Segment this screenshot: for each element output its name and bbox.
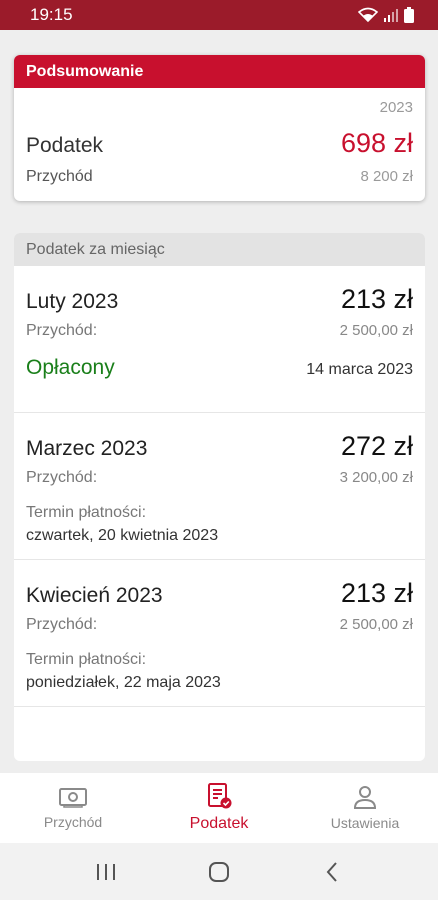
recent-apps-icon bbox=[97, 863, 116, 880]
paid-date: 14 marca 2023 bbox=[306, 361, 413, 378]
month-title: Kwiecień 2023 bbox=[26, 584, 163, 607]
person-icon bbox=[353, 786, 377, 809]
cash-icon bbox=[59, 788, 87, 808]
month-status-row: Opłacony 14 marca 2023 bbox=[26, 356, 413, 380]
month-income-label: Przychód: bbox=[26, 322, 98, 339]
home-button[interactable] bbox=[199, 852, 239, 892]
month-item-marzec[interactable]: Marzec 2023 272 zł Przychód: 3 200,00 zł… bbox=[14, 413, 425, 560]
month-amount: 213 zł bbox=[340, 284, 413, 314]
bottom-nav: Przychód Podatek Ustawienia bbox=[0, 773, 438, 843]
month-income-value: 3 200,00 zł bbox=[339, 469, 413, 486]
back-button[interactable] bbox=[312, 852, 352, 892]
month-title: Marzec 2023 bbox=[26, 437, 148, 460]
nav-ustawienia[interactable]: Ustawienia bbox=[292, 773, 438, 843]
monthly-tax-card: Podatek za miesiąc Luty 2023 213 zł Przy… bbox=[14, 233, 425, 761]
summary-card: Podsumowanie 2023 Podatek 698 zł Przychó… bbox=[14, 55, 425, 201]
month-item-luty[interactable]: Luty 2023 213 zł Przychód: 2 500,00 zł O… bbox=[14, 266, 425, 413]
paid-status: Opłacony bbox=[26, 356, 115, 379]
wifi-icon bbox=[358, 7, 378, 23]
month-income-row: Przychód: 3 200,00 zł bbox=[26, 469, 413, 487]
home-icon bbox=[208, 861, 229, 882]
month-income-label: Przychód: bbox=[26, 469, 98, 486]
month-title-row: Luty 2023 213 zł bbox=[26, 284, 413, 315]
summary-tax-label: Podatek bbox=[26, 134, 104, 157]
nav-ustawienia-label: Ustawienia bbox=[330, 815, 400, 831]
due-date-label: Termin płatności: bbox=[26, 651, 147, 668]
nav-podatek[interactable]: Podatek bbox=[146, 773, 292, 843]
nav-podatek-label: Podatek bbox=[189, 815, 249, 832]
month-amount: 272 zł bbox=[340, 431, 413, 461]
month-amount: 213 zł bbox=[340, 578, 413, 608]
month-income-value: 2 500,00 zł bbox=[339, 616, 413, 633]
nav-przychod[interactable]: Przychód bbox=[0, 773, 146, 843]
due-date-value: poniedziałek, 22 maja 2023 bbox=[26, 674, 221, 691]
monthly-tax-header: Podatek za miesiąc bbox=[14, 233, 425, 266]
back-icon bbox=[326, 861, 337, 882]
month-title-row: Kwiecień 2023 213 zł bbox=[26, 578, 413, 609]
summary-header: Podsumowanie bbox=[14, 55, 425, 88]
nav-przychod-label: Przychód bbox=[43, 814, 103, 830]
due-date-label: Termin płatności: bbox=[26, 504, 147, 521]
summary-income-label: Przychód bbox=[26, 168, 93, 185]
summary-income-value: 8 200 zł bbox=[360, 168, 413, 185]
due-date-value: czwartek, 20 kwietnia 2023 bbox=[26, 527, 219, 544]
recent-apps-button[interactable] bbox=[86, 852, 126, 892]
status-time: 19:15 bbox=[30, 5, 73, 24]
tax-document-icon bbox=[208, 783, 232, 809]
system-nav-bar bbox=[0, 843, 438, 900]
month-income-value: 2 500,00 zł bbox=[339, 322, 413, 339]
status-bar: 19:15 bbox=[0, 0, 438, 30]
battery-icon bbox=[404, 7, 414, 23]
summary-year: 2023 bbox=[379, 99, 413, 116]
signal-icon bbox=[384, 9, 398, 22]
summary-income-row: Przychód 8 200 zł bbox=[26, 168, 413, 186]
month-income-row: Przychód: 2 500,00 zł bbox=[26, 616, 413, 634]
status-icons bbox=[358, 7, 414, 23]
month-title: Luty 2023 bbox=[26, 290, 119, 313]
month-income-label: Przychód: bbox=[26, 616, 98, 633]
summary-tax-row: Podatek 698 zł bbox=[26, 128, 413, 159]
summary-tax-value: 698 zł bbox=[340, 128, 413, 158]
month-item-kwiecien[interactable]: Kwiecień 2023 213 zł Przychód: 2 500,00 … bbox=[14, 560, 425, 707]
month-title-row: Marzec 2023 272 zł bbox=[26, 431, 413, 462]
month-income-row: Przychód: 2 500,00 zł bbox=[26, 322, 413, 340]
